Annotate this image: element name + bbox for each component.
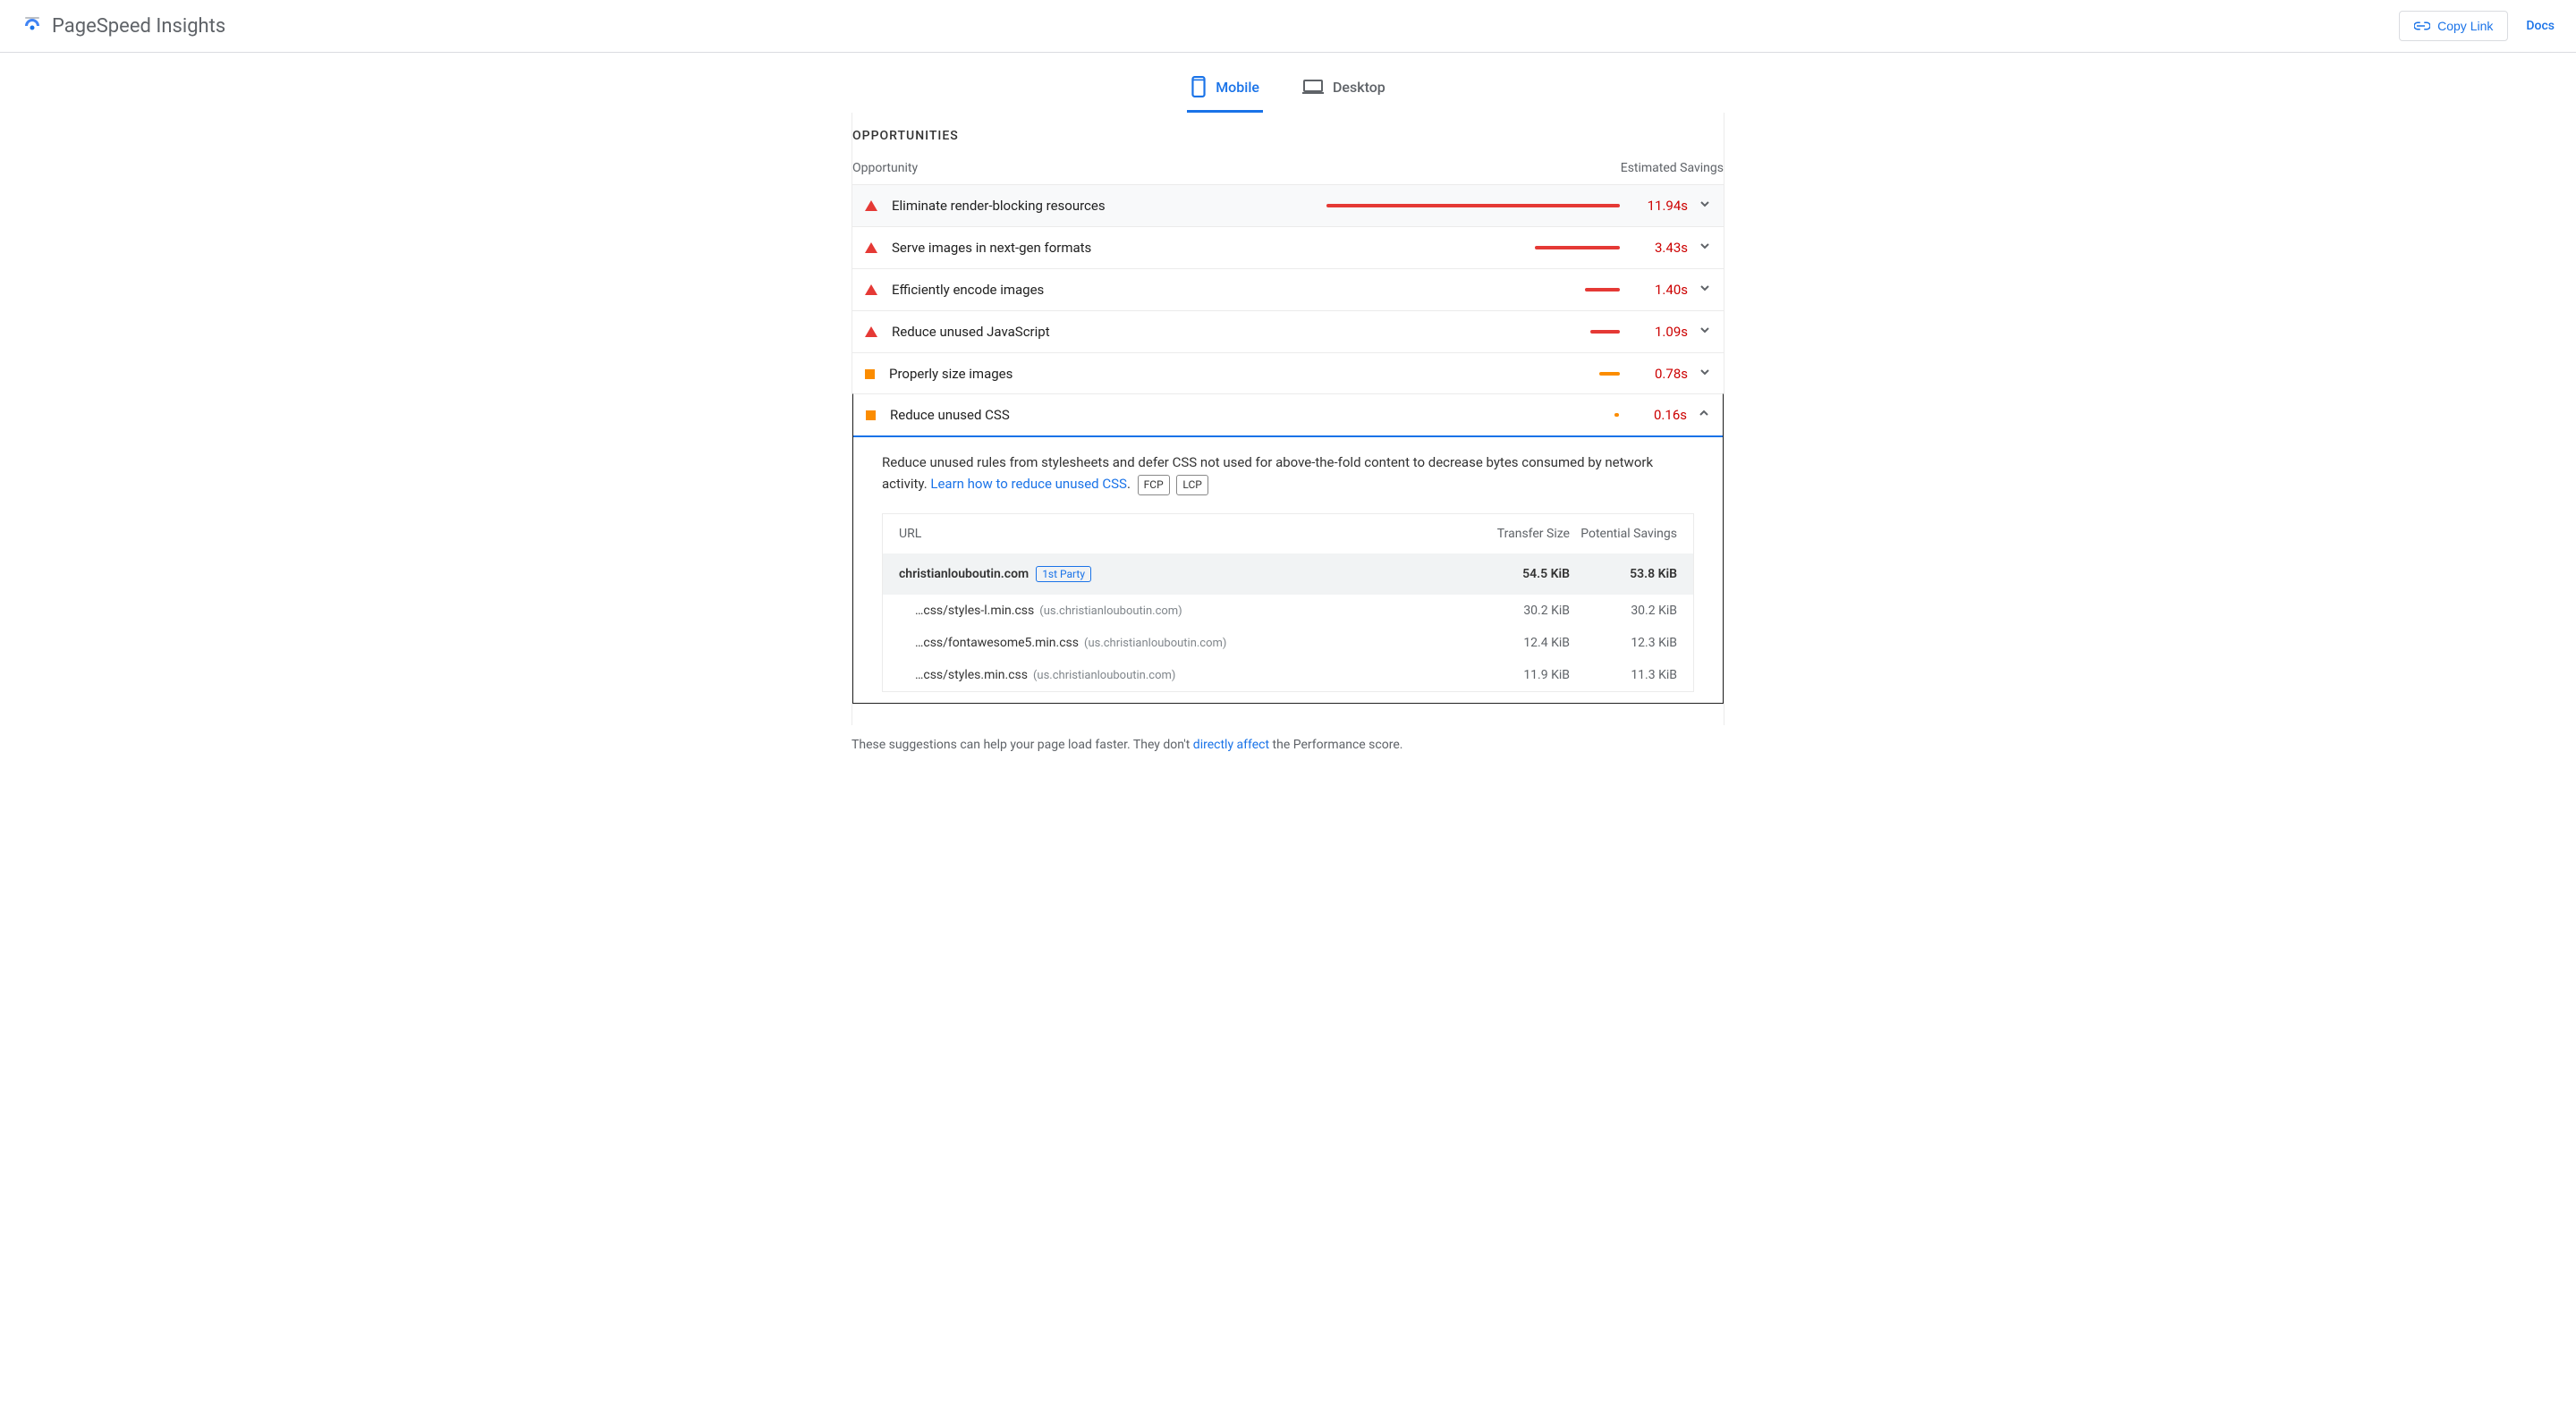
resource-savings: 11.3 KiB — [1570, 668, 1677, 682]
triangle-icon — [865, 200, 877, 211]
group-transfer: 54.5 KiB — [1462, 567, 1570, 581]
savings-bar — [1535, 246, 1620, 249]
resource-transfer: 12.4 KiB — [1462, 636, 1570, 650]
th-url: URL — [899, 527, 1462, 541]
resource-host: (us.christianlouboutin.com) — [1039, 604, 1182, 618]
savings-bar-container — [1326, 288, 1620, 291]
th-potential-savings: Potential Savings — [1570, 527, 1677, 541]
savings-bar — [1585, 288, 1620, 291]
footer-pre: These suggestions can help your page loa… — [852, 738, 1193, 752]
resource-file: …css/fontawesome5.min.css — [915, 636, 1079, 650]
copy-link-button[interactable]: Copy Link — [2399, 11, 2508, 41]
savings-bar-container — [1326, 330, 1620, 334]
chevron-down-icon — [1699, 324, 1711, 340]
header-right: Copy Link Docs — [2399, 11, 2555, 41]
th-transfer: Transfer Size — [1462, 527, 1570, 541]
resource-transfer: 30.2 KiB — [1462, 604, 1570, 618]
section-title: OPPORTUNITIES — [852, 113, 1724, 152]
chevron-down-icon — [1699, 240, 1711, 256]
opportunity-label: Eliminate render-blocking resources — [892, 198, 1106, 214]
opportunity-description: Reduce unused rules from stylesheets and… — [853, 437, 1723, 506]
resource-table-header: URLTransfer SizePotential Savings — [883, 514, 1693, 553]
app-header: PageSpeed Insights Copy Link Docs — [0, 0, 2576, 53]
resource-savings: 30.2 KiB — [1570, 604, 1677, 618]
tab-mobile[interactable]: Mobile — [1187, 65, 1263, 113]
resource-group: christianlouboutin.com 1st Party 54.5 KiB5… — [883, 553, 1693, 595]
resource-table: URLTransfer SizePotential Savingschristi… — [882, 513, 1694, 692]
savings-bar — [1590, 330, 1620, 334]
opportunity-label: Serve images in next-gen formats — [892, 240, 1091, 256]
opportunity-savings: 1.09s — [1638, 324, 1688, 340]
first-party-badge: 1st Party — [1036, 566, 1091, 582]
opportunity-row[interactable]: Reduce unused JavaScript 1.09s — [852, 310, 1724, 352]
opportunity-savings: 3.43s — [1638, 240, 1688, 256]
triangle-icon — [865, 326, 877, 337]
savings-bar — [1614, 413, 1619, 417]
triangle-icon — [865, 284, 877, 295]
opportunity-label: Reduce unused JavaScript — [892, 324, 1050, 340]
tab-mobile-label: Mobile — [1216, 79, 1259, 96]
square-icon — [866, 410, 876, 420]
resource-transfer: 11.9 KiB — [1462, 668, 1570, 682]
resource-file: …css/styles-l.min.css — [915, 604, 1034, 618]
chevron-down-icon — [1699, 198, 1711, 214]
resource-row: …css/styles.min.css (us.christianloubouti… — [883, 659, 1693, 691]
pagespeed-logo-icon — [21, 15, 43, 37]
resource-row: …css/fontawesome5.min.css (us.christianlo… — [883, 627, 1693, 659]
resource-file: …css/styles.min.css — [915, 668, 1028, 682]
tab-desktop[interactable]: Desktop — [1299, 65, 1389, 113]
opportunity-savings: 0.78s — [1638, 366, 1688, 382]
savings-bar-container — [1326, 372, 1620, 376]
savings-bar-container — [1326, 246, 1620, 249]
group-savings: 53.8 KiB — [1570, 567, 1677, 581]
opportunity-label: Reduce unused CSS — [890, 407, 1010, 423]
opportunities-table-header: Opportunity Estimated Savings — [852, 152, 1724, 184]
group-host: christianlouboutin.com — [899, 567, 1029, 581]
th-savings: Estimated Savings — [1621, 161, 1724, 175]
th-opportunity: Opportunity — [852, 161, 918, 175]
footer-post: the Performance score. — [1269, 738, 1402, 752]
opportunities-section: OPPORTUNITIES Opportunity Estimated Savi… — [852, 113, 1724, 725]
docs-link[interactable]: Docs — [2526, 19, 2555, 33]
opportunity-savings: 11.94s — [1638, 198, 1688, 214]
opportunity-row[interactable]: Reduce unused CSS 0.16s — [853, 394, 1723, 437]
opportunity-expanded: Reduce unused CSS 0.16s Reduce unused rule… — [852, 393, 1724, 704]
header-left: PageSpeed Insights — [21, 15, 225, 38]
opportunity-row[interactable]: Serve images in next-gen formats 3.43s — [852, 226, 1724, 268]
learn-more-link[interactable]: Learn how to reduce unused CSS — [930, 476, 1127, 492]
copy-link-label: Copy Link — [2437, 19, 2493, 33]
triangle-icon — [865, 242, 877, 253]
resource-savings: 12.3 KiB — [1570, 636, 1677, 650]
opportunity-row[interactable]: Eliminate render-blocking resources 11.94… — [852, 184, 1724, 226]
savings-bar-container — [1326, 413, 1619, 417]
resource-row: …css/styles-l.min.css (us.christianloubou… — [883, 595, 1693, 627]
tab-desktop-label: Desktop — [1333, 79, 1385, 96]
savings-bar — [1599, 372, 1620, 376]
savings-bar-container — [1326, 204, 1620, 207]
metric-tag: FCP — [1138, 475, 1170, 495]
chevron-down-icon — [1699, 282, 1711, 298]
device-tabs: Mobile Desktop — [0, 53, 2576, 113]
resource-host: (us.christianlouboutin.com) — [1033, 669, 1175, 682]
mobile-icon — [1191, 76, 1207, 97]
opportunity-label: Properly size images — [889, 366, 1013, 382]
opportunity-savings: 1.40s — [1638, 282, 1688, 298]
savings-bar — [1326, 204, 1620, 207]
square-icon — [865, 369, 875, 379]
link-icon — [2414, 20, 2430, 32]
opportunity-label: Efficiently encode images — [892, 282, 1044, 298]
opportunity-savings: 0.16s — [1637, 407, 1687, 423]
footer-note: These suggestions can help your page loa… — [852, 738, 1724, 752]
resource-host: (us.christianlouboutin.com) — [1084, 637, 1226, 650]
app-title: PageSpeed Insights — [52, 15, 225, 38]
footer-link[interactable]: directly affect — [1193, 738, 1269, 752]
opportunity-row[interactable]: Properly size images 0.78s — [852, 352, 1724, 394]
chevron-up-icon — [1698, 407, 1710, 423]
metric-tag: LCP — [1176, 475, 1208, 495]
chevron-down-icon — [1699, 366, 1711, 382]
desktop-icon — [1302, 79, 1324, 95]
opportunity-row[interactable]: Efficiently encode images 1.40s — [852, 268, 1724, 310]
